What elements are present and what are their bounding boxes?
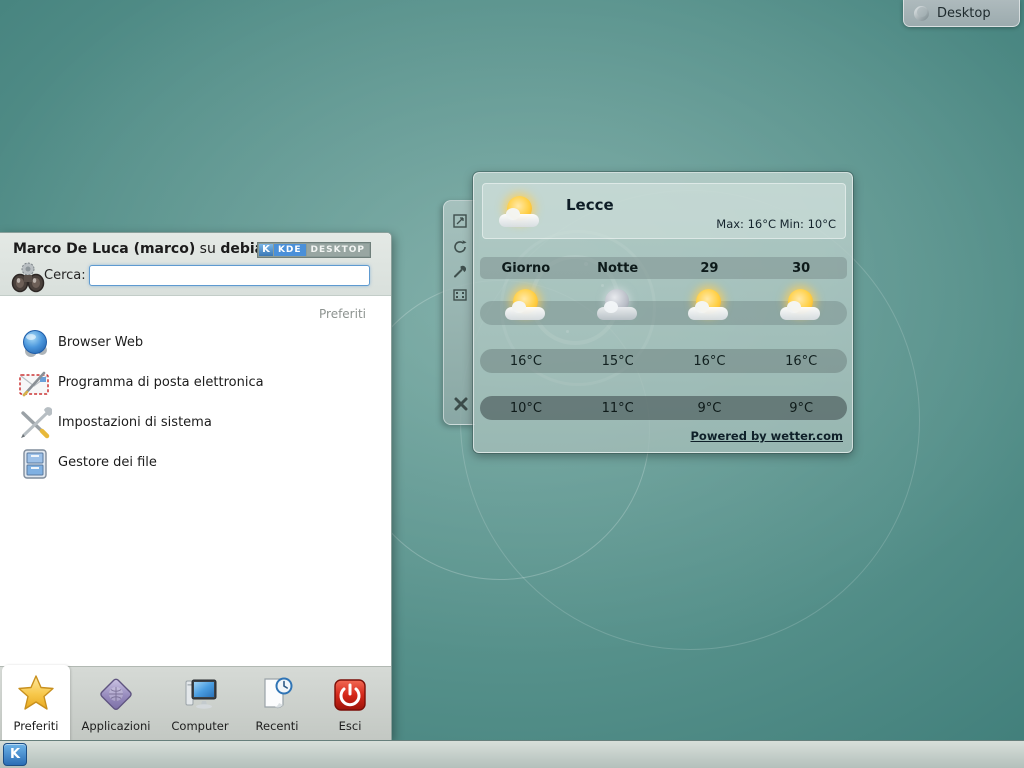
user-name: Marco De Luca (marco): [13, 241, 195, 257]
user-title: Marco De Luca (marco) su debian: [13, 241, 274, 257]
plasma-cashew-icon: [914, 6, 929, 21]
menu-item-label: Programma di posta elettronica: [58, 375, 264, 390]
menu-item-label: Impostazioni di sistema: [58, 415, 212, 430]
forecast-col-label: Giorno: [480, 261, 572, 276]
favorites-section-header: Preferiti: [319, 307, 366, 321]
weather-header-panel: Lecce Max: 16°C Min: 10°C: [482, 183, 846, 239]
badge-desktop-label: DESKTOP: [307, 244, 369, 256]
search-input[interactable]: [89, 265, 370, 286]
tab-label: Preferiti: [2, 719, 70, 733]
kde-desktop-badge: K KDE DESKTOP: [257, 242, 371, 258]
night-temp: 10°C: [480, 401, 572, 416]
menu-item-browser-web[interactable]: Browser Web: [0, 325, 391, 365]
tab-label: Applicazioni: [76, 719, 156, 733]
widget-close-button[interactable]: [452, 395, 468, 411]
search-label: Cerca:: [44, 268, 86, 283]
menu-item-label: Gestore dei file: [58, 455, 157, 470]
forecast-col-label: 30: [755, 261, 847, 276]
menu-item-system-settings[interactable]: Impostazioni di sistema: [0, 405, 391, 445]
kickoff-launcher: Marco De Luca (marco) su debian K KDE DE…: [0, 232, 392, 740]
desktop-background: Desktop Lecce Max: 16°C Min: 10°C Gior: [0, 0, 1024, 768]
toolbox-label: Desktop: [937, 6, 991, 21]
kde-menu-button[interactable]: K: [3, 743, 27, 766]
forecast-icon-sun-cloud: [778, 287, 824, 327]
computer-monitor-icon: [180, 675, 220, 715]
day-temp: 16°C: [755, 354, 847, 369]
search-row: Cerca:: [0, 259, 391, 296]
forecast-col-label: 29: [664, 261, 756, 276]
weather-credit-link[interactable]: Powered by wetter.com: [690, 429, 843, 443]
star-icon: [16, 673, 56, 713]
night-temp: 11°C: [572, 401, 664, 416]
forecast-icon-moon-cloud: [595, 287, 641, 327]
mail-envelope-pen-icon: [18, 367, 52, 401]
tab-esci[interactable]: Esci: [316, 667, 384, 741]
night-temp: 9°C: [664, 401, 756, 416]
forecast-col-label: Notte: [572, 261, 664, 276]
weather-city: Lecce: [566, 196, 614, 214]
binoculars-search-icon: [10, 259, 46, 299]
tab-label: Esci: [316, 719, 384, 733]
document-clock-icon: [257, 675, 297, 715]
desktop-toolbox[interactable]: Desktop: [903, 0, 1020, 27]
current-weather-sun-cloud-icon: [497, 194, 543, 234]
web-browser-globe-icon: [18, 327, 52, 361]
night-temp: 9°C: [755, 401, 847, 416]
kickoff-header: Marco De Luca (marco) su debian K KDE DE…: [0, 233, 391, 296]
kickoff-tabstrip: Preferiti Applicazioni: [0, 666, 391, 740]
tab-recenti[interactable]: Recenti: [244, 667, 310, 741]
widget-maximize-button[interactable]: [452, 287, 468, 303]
widget-rotate-button[interactable]: [452, 239, 468, 255]
forecast-night-temps-row: 10°C 11°C 9°C 9°C: [480, 396, 847, 420]
weather-minmax: Max: 16°C Min: 10°C: [716, 217, 836, 231]
crossed-tools-icon: [18, 407, 52, 441]
menu-item-email[interactable]: Programma di posta elettronica: [0, 365, 391, 405]
tab-applicazioni[interactable]: Applicazioni: [76, 667, 156, 741]
tab-label: Computer: [160, 719, 240, 733]
forecast-column-headers: Giorno Notte 29 30: [480, 257, 847, 279]
forecast-icons-row: [480, 301, 847, 325]
tab-label: Recenti: [244, 719, 310, 733]
day-temp: 15°C: [572, 354, 664, 369]
day-temp: 16°C: [664, 354, 756, 369]
file-cabinet-icon: [18, 447, 52, 481]
applications-diamond-icon: [96, 675, 136, 715]
weather-widget-handle[interactable]: [443, 200, 475, 425]
user-title-connector: su: [195, 241, 220, 257]
bottom-panel: K ✂ it ▲ 21:16 ›_ °C: [0, 740, 1024, 768]
tab-preferiti[interactable]: Preferiti: [2, 665, 70, 741]
menu-item-label: Browser Web: [58, 335, 143, 350]
kde-logo-icon: K: [259, 244, 273, 256]
menu-item-file-manager[interactable]: Gestore dei file: [0, 445, 391, 485]
power-button-icon: [330, 675, 370, 715]
forecast-icon-sun-cloud: [686, 287, 732, 327]
weather-widget[interactable]: Lecce Max: 16°C Min: 10°C Giorno Notte 2…: [473, 172, 853, 453]
tab-computer[interactable]: Computer: [160, 667, 240, 741]
widget-resize-button[interactable]: [452, 213, 468, 229]
forecast-icon-sun-cloud: [503, 287, 549, 327]
forecast-day-temps-row: 16°C 15°C 16°C 16°C: [480, 349, 847, 373]
widget-settings-wrench-button[interactable]: [452, 263, 468, 279]
day-temp: 16°C: [480, 354, 572, 369]
badge-kde-label: KDE: [274, 244, 306, 256]
